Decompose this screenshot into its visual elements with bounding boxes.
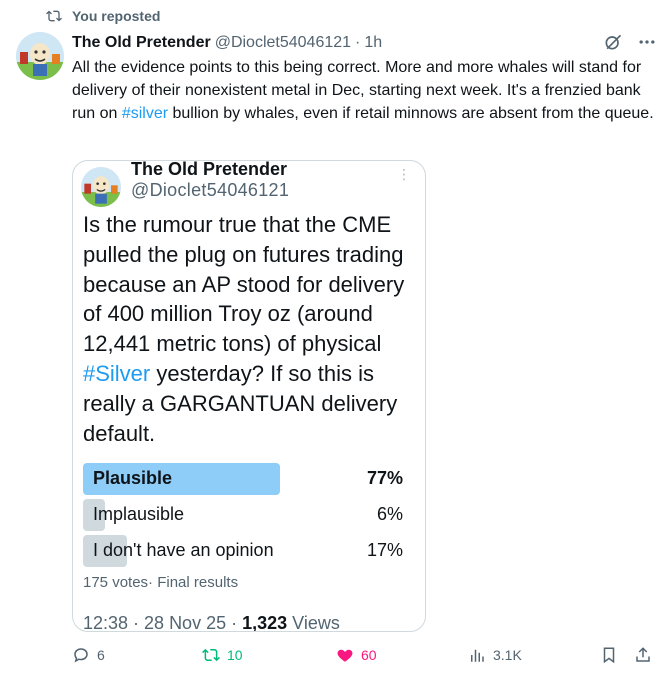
author-name[interactable]: The Old Pretender xyxy=(72,34,211,52)
repost-count: 10 xyxy=(227,647,243,663)
quote-hashtag-link[interactable]: #Silver xyxy=(83,361,150,386)
repost-label: You reposted xyxy=(72,8,161,24)
grok-icon[interactable] xyxy=(603,32,623,52)
bookmark-icon xyxy=(603,647,615,664)
quote-more-icon[interactable]: ⋮ xyxy=(397,167,411,181)
separator: · xyxy=(355,34,361,51)
repost-action-icon xyxy=(202,648,220,662)
poll-meta-dot: · xyxy=(148,574,154,591)
tweet-actions: 6 10 60 3.1K xyxy=(72,646,658,668)
tweet-time[interactable]: 1h xyxy=(364,34,382,52)
reply-count: 6 xyxy=(97,647,105,663)
repost-button[interactable]: 10 xyxy=(202,646,243,664)
quote-views-count: 1,323 xyxy=(242,613,288,632)
quote-views-label: Views xyxy=(287,613,340,632)
share-icon xyxy=(636,647,650,662)
repost-indicator: You reposted xyxy=(46,8,160,24)
poll: Plausible 77% Implausible 6% I don't hav… xyxy=(83,463,403,571)
like-count: 60 xyxy=(361,647,377,663)
quoted-tweet-card[interactable]: The Old Pretender @Dioclet54046121 ⋮ Is … xyxy=(72,160,426,632)
avatar[interactable] xyxy=(16,32,64,80)
quote-avatar[interactable] xyxy=(81,167,121,207)
poll-meta: 175 votes· Final results xyxy=(83,574,238,591)
reply-icon xyxy=(74,648,88,663)
heart-icon xyxy=(337,649,353,662)
tweet-text: All the evidence points to this being co… xyxy=(72,56,658,125)
reply-button[interactable]: 6 xyxy=(72,646,105,664)
quote-footer: 12:38 · 28 Nov 25 · 1,323 Views xyxy=(83,613,340,632)
poll-votes: 175 votes xyxy=(83,574,149,591)
poll-option: Implausible 6% xyxy=(83,499,403,531)
tweet-text-part: bullion by whales, even if retail minnow… xyxy=(168,105,654,122)
analytics-icon xyxy=(471,649,484,662)
like-button[interactable]: 60 xyxy=(336,646,377,664)
poll-status: Final results xyxy=(157,574,239,591)
poll-option-label: I don't have an opinion xyxy=(93,540,274,560)
hashtag-link[interactable]: #silver xyxy=(122,105,168,122)
author-handle[interactable]: @Dioclet54046121 xyxy=(215,34,351,52)
poll-option-percent: 6% xyxy=(376,504,403,524)
poll-option-label: Plausible xyxy=(93,468,173,488)
views-button[interactable]: 3.1K xyxy=(468,646,522,664)
quote-timestamp[interactable]: 12:38 · 28 Nov 25 · xyxy=(83,613,242,631)
views-count: 3.1K xyxy=(493,647,522,663)
repost-icon xyxy=(46,10,62,22)
quote-author-handle[interactable]: @Dioclet54046121 xyxy=(131,180,289,201)
poll-option: Plausible 77% xyxy=(83,463,403,495)
more-icon[interactable] xyxy=(637,32,657,52)
quote-text-part: Is the rumour true that the CME pulled t… xyxy=(83,212,405,357)
quote-text: Is the rumour true that the CME pulled t… xyxy=(83,210,423,448)
quote-author-name[interactable]: The Old Pretender xyxy=(131,161,287,180)
poll-option-label: Implausible xyxy=(93,504,185,524)
share-button[interactable] xyxy=(634,646,652,664)
poll-option-percent: 17% xyxy=(366,540,403,560)
poll-option: I don't have an opinion 17% xyxy=(83,535,403,567)
poll-option-percent: 77% xyxy=(366,468,403,488)
tweet-header: The Old Pretender @Dioclet54046121 · 1h xyxy=(72,32,657,54)
bookmark-button[interactable] xyxy=(600,646,618,664)
